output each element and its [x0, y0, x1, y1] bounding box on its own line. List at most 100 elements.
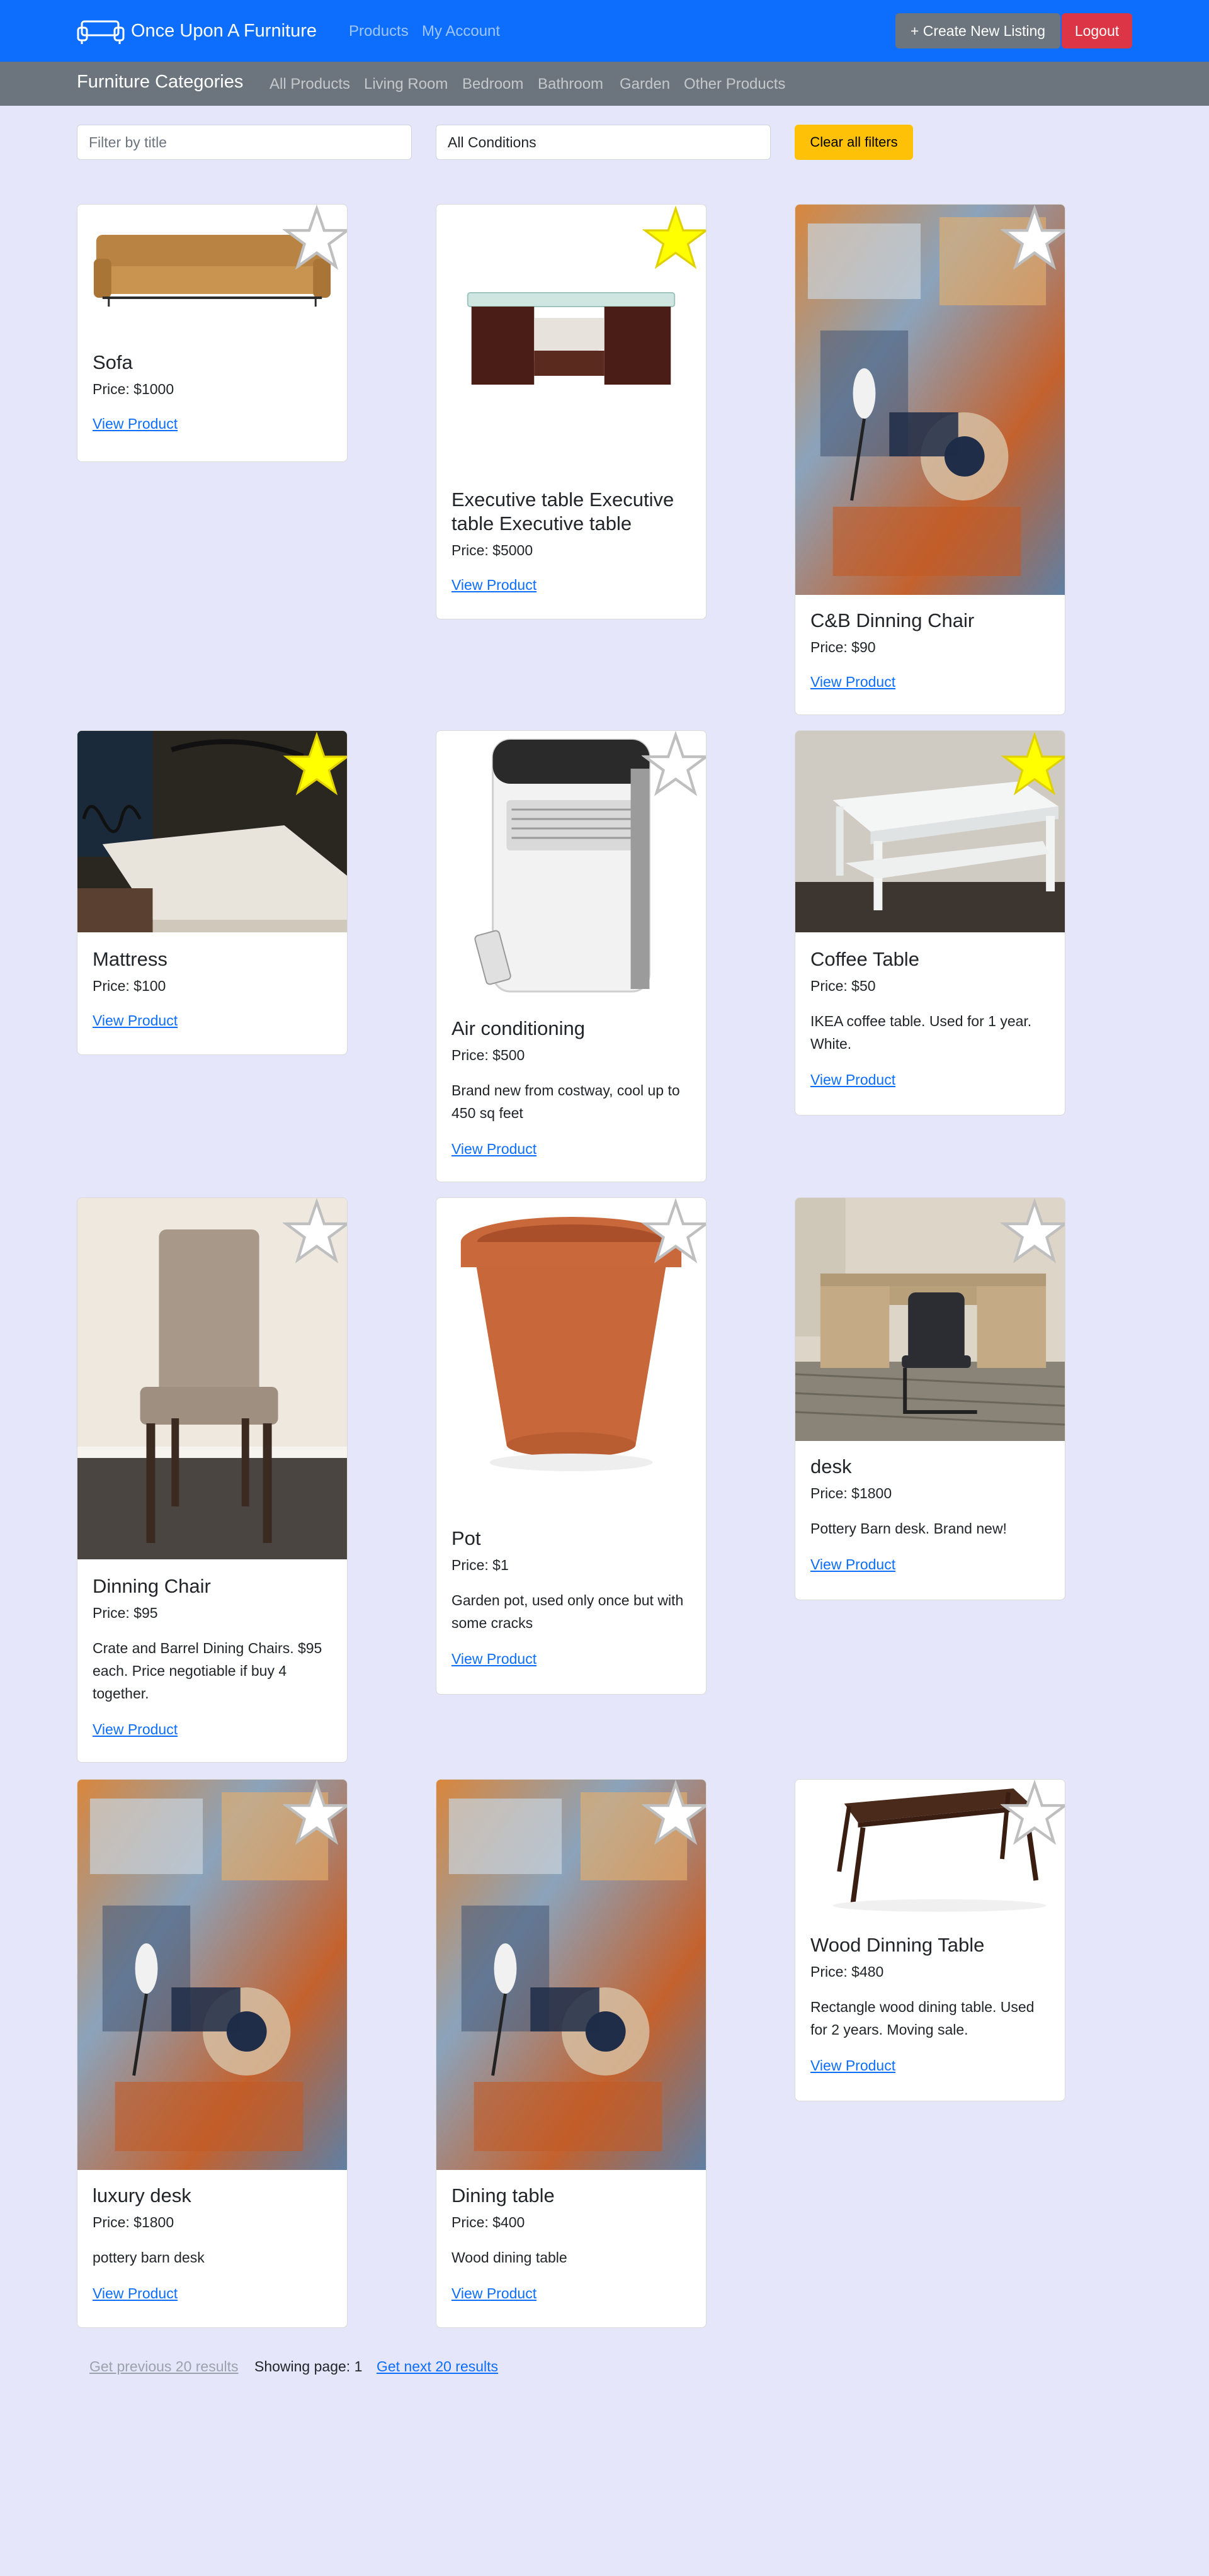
product-card-body: Wood Dinning Table Price: $480 Rectangle… — [810, 1933, 1050, 2074]
product-card: luxury desk Price: $1800 pottery barn de… — [77, 1779, 348, 2328]
product-title: Pot — [451, 1527, 481, 1549]
view-product-link[interactable]: View Product — [451, 2285, 536, 2302]
favorite-star-icon[interactable] — [1001, 205, 1065, 273]
product-price: Price: $480 — [810, 1963, 884, 1980]
favorite-star-icon[interactable] — [642, 1780, 707, 1848]
view-product-link[interactable]: View Product — [810, 674, 895, 690]
category-other-products[interactable]: Other Products — [684, 76, 785, 93]
view-product-link[interactable]: View Product — [451, 577, 536, 593]
favorite-star-icon[interactable] — [283, 731, 348, 799]
title-filter-input[interactable] — [77, 125, 412, 160]
product-price: Price: $90 — [810, 639, 876, 655]
category-bedroom[interactable]: Bedroom — [462, 76, 523, 93]
category-bar-title[interactable]: Furniture Categories — [77, 72, 243, 93]
view-product-link[interactable]: View Product — [93, 2285, 178, 2302]
category-living-room[interactable]: Living Room — [364, 76, 448, 93]
product-card-body: desk Price: $1800 Pottery Barn desk. Bra… — [810, 1455, 1050, 1573]
product-description: IKEA coffee table. Used for 1 year. Whit… — [810, 1013, 1032, 1052]
favorite-star-icon[interactable] — [1001, 1780, 1065, 1848]
product-card: Dining table Price: $400 Wood dining tab… — [436, 1779, 707, 2328]
favorite-star-icon[interactable] — [1001, 731, 1065, 799]
product-price: Price: $1 — [451, 1557, 509, 1573]
product-card-body: Sofa Price: $1000 View Product — [93, 351, 332, 432]
product-price: Price: $500 — [451, 1047, 525, 1063]
view-product-link[interactable]: View Product — [810, 2057, 895, 2074]
category-bar: Furniture Categories All Products Living… — [0, 62, 1209, 106]
product-card: Executive table Executive table Executiv… — [436, 204, 707, 619]
product-card: Dinning Chair Price: $95 Crate and Barre… — [77, 1197, 348, 1763]
view-product-link[interactable]: View Product — [93, 415, 178, 432]
view-product-link[interactable]: View Product — [93, 1012, 178, 1029]
page-indicator: Showing page: 1 — [254, 2358, 363, 2375]
product-description: Rectangle wood dining table. Used for 2 … — [810, 1999, 1035, 2038]
product-title: Dinning Chair — [93, 1575, 211, 1597]
previous-page-link[interactable]: Get previous 20 results — [89, 2358, 239, 2375]
nav-products-link[interactable]: Products — [349, 23, 409, 40]
product-price: Price: $1800 — [93, 2214, 174, 2230]
view-product-link[interactable]: View Product — [810, 1556, 895, 1573]
product-description: Wood dining table — [451, 2249, 567, 2266]
brand[interactable]: Once Upon A Furniture — [77, 16, 317, 45]
product-card: Air conditioning Price: $500 Brand new f… — [436, 730, 707, 1182]
product-description: pottery barn desk — [93, 2249, 205, 2266]
product-title: desk — [810, 1455, 852, 1477]
product-title: Wood Dinning Table — [810, 1934, 985, 1956]
view-product-link[interactable]: View Product — [93, 1721, 178, 1737]
category-bathroom[interactable]: Bathroom — [538, 76, 603, 93]
product-price: Price: $1800 — [810, 1485, 892, 1501]
product-card: Coffee Table Price: $50 IKEA coffee tabl… — [795, 730, 1065, 1116]
favorite-star-icon[interactable] — [642, 1198, 707, 1266]
product-title: Sofa — [93, 351, 133, 373]
product-card-body: Mattress Price: $100 View Product — [93, 947, 332, 1029]
clear-filters-button[interactable]: Clear all filters — [795, 125, 913, 160]
product-price: Price: $1000 — [93, 381, 174, 397]
product-title: Dining table — [451, 2184, 555, 2206]
product-card: Mattress Price: $100 View Product — [77, 730, 348, 1055]
sofa-logo-icon — [77, 20, 125, 44]
top-navbar: Once Upon A Furniture Products My Accoun… — [0, 0, 1209, 62]
product-card: Wood Dinning Table Price: $480 Rectangle… — [795, 1779, 1065, 2101]
condition-select-value: All Conditions — [448, 133, 536, 150]
product-card-body: Executive table Executive table Executiv… — [451, 488, 691, 594]
favorite-star-icon[interactable] — [1001, 1198, 1065, 1266]
product-description: Crate and Barrel Dining Chairs. $95 each… — [93, 1640, 322, 1702]
nav-my-account-link[interactable]: My Account — [422, 23, 500, 40]
product-card-body: Pot Price: $1 Garden pot, used only once… — [451, 1527, 691, 1668]
product-title: Executive table Executive table Executiv… — [451, 489, 674, 534]
product-card: desk Price: $1800 Pottery Barn desk. Bra… — [795, 1197, 1065, 1600]
product-card-body: Air conditioning Price: $500 Brand new f… — [451, 1017, 691, 1158]
favorite-star-icon[interactable] — [283, 205, 348, 273]
product-card: C&B Dinning Chair Price: $90 View Produc… — [795, 204, 1065, 715]
product-title: Air conditioning — [451, 1017, 585, 1039]
favorite-star-icon[interactable] — [283, 1780, 348, 1848]
logout-button[interactable]: Logout — [1062, 13, 1132, 48]
product-card-body: Dinning Chair Price: $95 Crate and Barre… — [93, 1574, 332, 1738]
favorite-star-icon[interactable] — [283, 1198, 348, 1266]
product-description: Pottery Barn desk. Brand new! — [810, 1520, 1007, 1537]
favorite-star-icon[interactable] — [642, 731, 707, 799]
view-product-link[interactable]: View Product — [451, 1651, 536, 1667]
product-card: Sofa Price: $1000 View Product — [77, 204, 348, 462]
product-title: luxury desk — [93, 2184, 191, 2206]
category-garden[interactable]: Garden — [620, 76, 670, 93]
product-description: Brand new from costway, cool up to 450 s… — [451, 1082, 680, 1121]
brand-name: Once Upon A Furniture — [131, 20, 317, 41]
next-page-link[interactable]: Get next 20 results — [377, 2358, 498, 2375]
category-all-products[interactable]: All Products — [270, 76, 350, 93]
product-card-body: Coffee Table Price: $50 IKEA coffee tabl… — [810, 947, 1050, 1088]
condition-select[interactable]: All Conditions — [436, 125, 771, 160]
product-card: Pot Price: $1 Garden pot, used only once… — [436, 1197, 707, 1695]
product-price: Price: $400 — [451, 2214, 525, 2230]
create-listing-button[interactable]: + Create New Listing — [895, 13, 1060, 48]
product-card-body: Dining table Price: $400 Wood dining tab… — [451, 2184, 691, 2302]
product-description: Garden pot, used only once but with some… — [451, 1592, 684, 1631]
product-price: Price: $100 — [93, 978, 166, 994]
product-title: C&B Dinning Chair — [810, 609, 975, 631]
view-product-link[interactable]: View Product — [451, 1141, 536, 1157]
product-card-body: C&B Dinning Chair Price: $90 View Produc… — [810, 609, 1050, 691]
view-product-link[interactable]: View Product — [810, 1071, 895, 1088]
product-price: Price: $5000 — [451, 542, 533, 558]
product-card-body: luxury desk Price: $1800 pottery barn de… — [93, 2184, 332, 2302]
favorite-star-icon[interactable] — [642, 205, 707, 273]
product-price: Price: $50 — [810, 978, 876, 994]
